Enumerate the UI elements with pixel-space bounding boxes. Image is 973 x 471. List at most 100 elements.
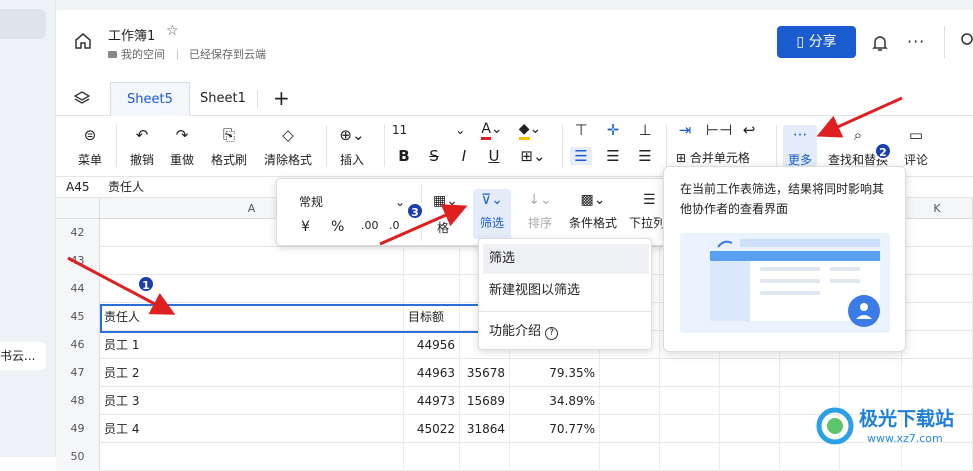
cell[interactable] [510,443,600,471]
align-right-icon[interactable]: ☰ [634,147,656,165]
freeze-label[interactable]: 格 [437,219,449,236]
clear-format-button[interactable]: ◇ 清除格式 [260,125,316,168]
menu-button[interactable]: ⊜ 菜单 [74,125,106,168]
cell[interactable] [720,443,780,471]
cell[interactable] [902,359,973,387]
home-icon[interactable] [74,32,92,50]
select-all-corner[interactable] [56,198,100,219]
row-number[interactable]: 50 [56,443,100,471]
cell[interactable] [600,443,660,471]
cell[interactable]: 44963 [404,359,460,387]
conditional-format-button[interactable]: ▩⌄ 条件格式 [565,189,621,231]
fill-color-icon[interactable]: ◆⌄ [516,121,544,140]
font-size-select[interactable]: 11 ⌄ [392,123,472,137]
align-left-icon[interactable]: ☰ [570,147,592,165]
cell[interactable]: 79.35% [510,359,600,387]
row-number[interactable]: 44 [56,275,100,303]
format-painter-button[interactable]: ⎘ 格式刷 [206,125,252,168]
cell[interactable]: 45022 [404,415,460,443]
formula-content[interactable]: 责任人 [108,177,144,198]
row-number[interactable]: 46 [56,331,100,359]
more-options-icon[interactable]: ··· [907,32,925,51]
add-sheet-icon[interactable]: + [273,86,290,110]
cell[interactable]: 15689 [460,387,510,415]
cell[interactable] [902,331,973,359]
align-center-icon[interactable]: ☰ [602,147,624,165]
cell[interactable] [460,443,510,471]
cell[interactable]: 44956 [404,331,460,359]
cell[interactable]: 70.77% [510,415,600,443]
redo-button[interactable]: ↷ 重做 [166,125,198,168]
cell[interactable] [660,359,720,387]
underline-icon[interactable]: U [484,147,504,165]
cell[interactable] [720,359,780,387]
row-number[interactable]: 47 [56,359,100,387]
undo-button[interactable]: ↶ 撤销 [126,125,158,168]
menu-item-filter[interactable]: 筛选 [483,244,649,274]
more-button[interactable]: ··· 更多 [783,125,817,168]
menu-item-feature-intro[interactable]: 功能介绍 ? [483,317,649,347]
star-icon[interactable]: ☆ [166,23,179,39]
cell[interactable]: 目标额 [404,303,460,331]
cell[interactable]: 34.89% [510,387,600,415]
left-panel-active-item[interactable] [0,9,46,39]
menu-item-new-view-filter[interactable]: 新建视图以筛选 [483,276,649,306]
cell[interactable] [840,359,902,387]
cell[interactable] [404,247,460,275]
column-header-k[interactable]: K [902,198,973,219]
row-number[interactable]: 48 [56,387,100,415]
cell[interactable]: 44973 [404,387,460,415]
cell[interactable]: 31864 [460,415,510,443]
sort-button[interactable]: ↓⌄ 排序 [523,189,557,231]
filter-button[interactable]: ⊽⌄ 筛选 [473,189,511,239]
cell[interactable] [660,443,720,471]
freeze-icon[interactable]: ▦⌄ [433,193,458,209]
cell[interactable] [600,387,660,415]
border-icon[interactable]: ⊞⌄ [516,147,550,165]
cell[interactable]: 员工 4 [100,415,404,443]
cell[interactable] [660,387,720,415]
number-format-select[interactable]: 常规 ⌄ [299,193,405,210]
share-button[interactable]: ▯ 分享 [777,26,856,58]
tab-sheet5[interactable]: Sheet5 [110,82,190,116]
cell[interactable] [600,359,660,387]
cell-reference[interactable]: A45 [66,177,89,198]
align-bottom-icon[interactable]: ⊥ [634,121,656,139]
cell[interactable] [720,415,780,443]
merge-cells-button[interactable]: ⊞ 合并单元格 [676,149,772,166]
row-number[interactable]: 43 [56,247,100,275]
cell[interactable] [902,219,973,247]
cell[interactable] [600,415,660,443]
cell[interactable] [902,275,973,303]
currency-icon[interactable]: ¥ [301,219,310,235]
percent-icon[interactable]: % [331,219,344,235]
row-number[interactable]: 45 [56,303,100,331]
layers-icon[interactable] [74,90,90,106]
decimal-icon[interactable]: .00 [361,219,379,232]
row-number[interactable]: 42 [56,219,100,247]
font-color-icon[interactable]: A⌄ [478,121,506,140]
align-top-icon[interactable]: ⊤ [570,121,592,139]
cell[interactable]: 责任人 [100,303,404,331]
search-icon[interactable] [960,32,973,48]
cell[interactable] [780,359,840,387]
strikethrough-icon[interactable]: S [424,147,444,165]
wrap-icon[interactable]: ⇥ [674,121,696,139]
cell[interactable] [404,443,460,471]
italic-icon[interactable]: I [454,147,474,165]
left-panel-item[interactable]: 书云... [0,342,46,370]
cell[interactable]: 员工 3 [100,387,404,415]
comment-button[interactable]: ▭ 评论 [898,125,934,168]
bold-icon[interactable]: B [394,147,414,165]
clip-icon[interactable]: ↩ [738,121,760,139]
cell[interactable] [660,415,720,443]
cell[interactable] [404,275,460,303]
cell[interactable] [902,247,973,275]
bell-icon[interactable] [872,34,888,52]
insert-button[interactable]: ⊕⌄ 插入 [334,125,370,168]
tab-sheet1[interactable]: Sheet1 [184,82,262,116]
doc-location[interactable]: 我的空间 [121,48,165,61]
cell[interactable]: 员工 1 [100,331,404,359]
cell[interactable] [100,443,404,471]
row-number[interactable]: 49 [56,415,100,443]
